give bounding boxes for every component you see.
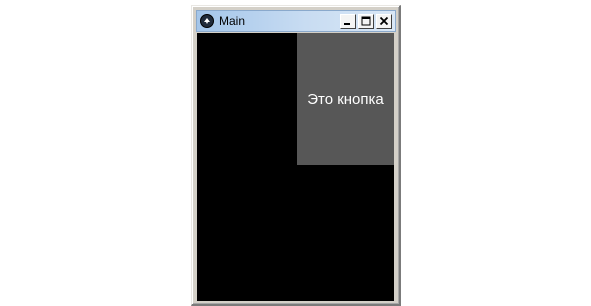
- window-title: Main: [219, 14, 246, 28]
- window-controls: [340, 13, 392, 29]
- app-window: Main Это кнопка: [191, 5, 401, 306]
- app-canvas: Это кнопка: [197, 33, 394, 301]
- close-button[interactable]: [376, 13, 392, 29]
- maximize-button[interactable]: [358, 13, 374, 29]
- title-bar[interactable]: Main: [196, 10, 396, 32]
- close-icon: [379, 16, 389, 26]
- main-button[interactable]: Это кнопка: [297, 33, 394, 165]
- kivy-logo-icon: [200, 14, 214, 28]
- minimize-button[interactable]: [340, 13, 356, 29]
- minimize-icon: [344, 23, 350, 25]
- maximize-icon: [361, 16, 371, 26]
